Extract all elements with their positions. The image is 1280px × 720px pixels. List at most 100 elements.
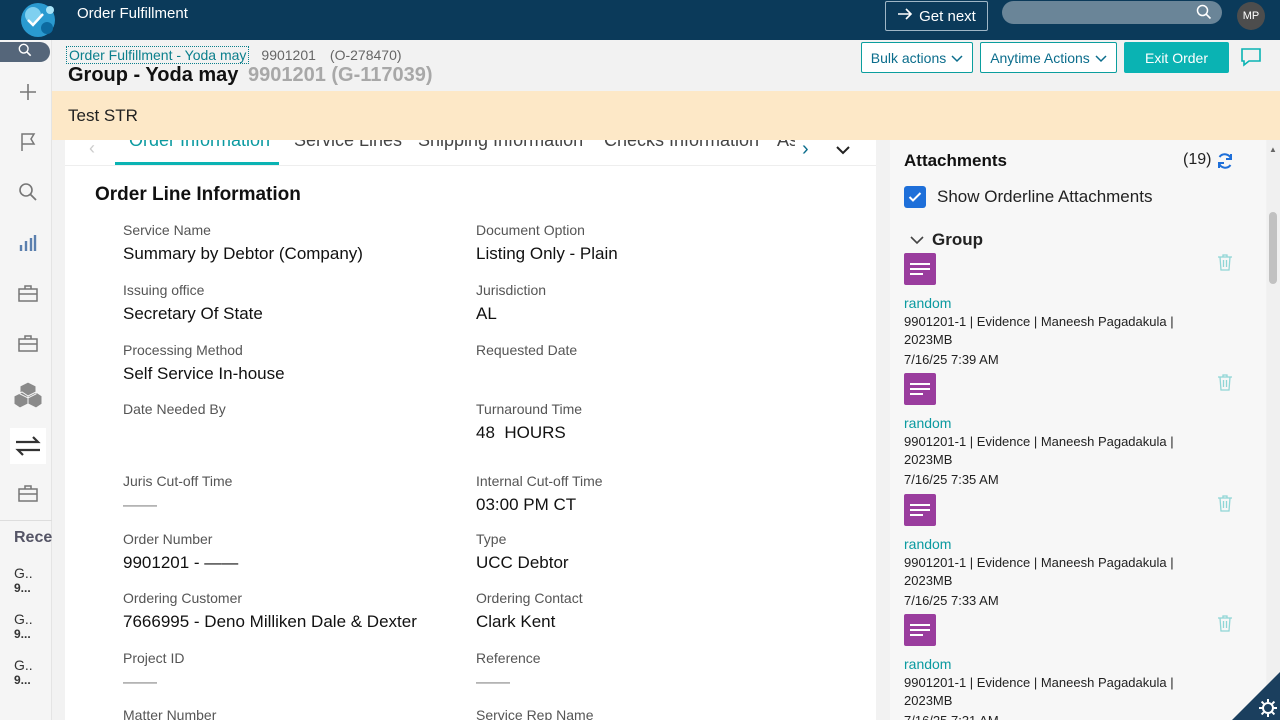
- scroll-thumb[interactable]: [1269, 212, 1277, 284]
- field-reference: Reference ——: [476, 650, 796, 692]
- panel-scrollbar[interactable]: ▲: [1267, 140, 1280, 720]
- tab-order-information[interactable]: Order Information: [129, 140, 270, 151]
- cubes-icon[interactable]: [12, 379, 44, 411]
- top-bar: Order Fulfillment Get next MP: [0, 0, 1280, 40]
- breadcrumb-link[interactable]: Order Fulfillment - Yoda may: [66, 46, 250, 64]
- rail-search-button[interactable]: [0, 42, 50, 62]
- field-label: Requested Date: [476, 342, 578, 358]
- field-value: AL: [476, 304, 497, 323]
- bar-chart-icon[interactable]: [12, 227, 44, 259]
- field-value: 48 HOURS: [476, 423, 566, 442]
- group-toggle[interactable]: Group: [910, 230, 983, 250]
- tab-prev-icon[interactable]: ‹: [89, 140, 95, 159]
- recent-item[interactable]: G.. 9...: [0, 611, 52, 641]
- user-avatar[interactable]: MP: [1237, 2, 1265, 30]
- tab-bar: ‹ Order Information Service Lines Shippi…: [65, 140, 876, 166]
- attachment-item: random 9901201-1 | Evidence | Maneesh Pa…: [904, 373, 1244, 489]
- attachment-name-link[interactable]: random: [904, 415, 1244, 431]
- left-nav-rail: Rece G.. 9... G.. 9... G.. 9...: [0, 40, 52, 720]
- document-icon[interactable]: [904, 614, 936, 646]
- attachment-name-link[interactable]: random: [904, 536, 1244, 552]
- field-value: Clark Kent: [476, 612, 556, 631]
- plus-icon[interactable]: [12, 76, 44, 108]
- get-next-button[interactable]: Get next: [885, 1, 988, 31]
- search-icon[interactable]: [1196, 4, 1212, 25]
- sync-icon[interactable]: [10, 428, 46, 464]
- document-icon[interactable]: [904, 373, 936, 405]
- recent-item-sub: 9...: [14, 581, 31, 595]
- field-internal-cutoff-time: Internal Cut-off Time 03:00 PM CT: [476, 473, 796, 515]
- field-value: ——: [123, 672, 157, 691]
- exit-order-button[interactable]: Exit Order: [1124, 42, 1229, 73]
- refresh-icon[interactable]: [1216, 152, 1234, 175]
- field-service-rep-name: Service Rep Name: [476, 707, 796, 720]
- tab-next-icon[interactable]: ›: [802, 140, 809, 161]
- briefcase-icon[interactable]: [12, 327, 44, 359]
- search-icon: [18, 43, 32, 62]
- tab-overflow[interactable]: As: [777, 140, 795, 151]
- recent-item[interactable]: G.. 9...: [0, 565, 52, 595]
- field-label: Project ID: [123, 650, 185, 666]
- field-date-needed-by: Date Needed By: [123, 401, 443, 423]
- briefcase-icon[interactable]: [12, 477, 44, 509]
- checkbox-label: Show Orderline Attachments: [937, 187, 1153, 206]
- briefcase-icon[interactable]: [12, 277, 44, 309]
- recent-item-title: G..: [14, 611, 33, 627]
- page-title: Group - Yoda may 9901201 (G-117039): [68, 64, 433, 87]
- group-title-main: Group - Yoda may: [68, 64, 239, 86]
- gear-icon[interactable]: [1232, 672, 1280, 720]
- recent-item-title: G..: [14, 565, 33, 581]
- arrow-right-icon: [897, 7, 913, 25]
- show-orderline-attachments-checkbox[interactable]: Show Orderline Attachments: [904, 186, 1152, 208]
- attachment-date: 7/16/25 7:33 AM: [904, 593, 999, 608]
- field-document-option: Document Option Listing Only - Plain: [476, 222, 796, 264]
- field-turnaround-time: Turnaround Time 48 HOURS: [476, 401, 796, 443]
- field-type: Type UCC Debtor: [476, 531, 796, 573]
- app-logo-icon[interactable]: [14, 0, 62, 40]
- alert-banner: Test STR: [52, 91, 1280, 140]
- field-value: Self Service In-house: [123, 364, 285, 383]
- scroll-up-icon[interactable]: ▲: [1269, 145, 1277, 154]
- anytime-actions-label: Anytime Actions: [990, 49, 1090, 66]
- field-service-name: Service Name Summary by Debtor (Company): [123, 222, 443, 264]
- field-label: Ordering Customer: [123, 590, 243, 606]
- attachment-item: random 9901201-1 | Evidence | Maneesh Pa…: [904, 614, 1244, 720]
- banner-text: Test STR: [68, 106, 138, 125]
- bulk-actions-button[interactable]: Bulk actions: [861, 42, 973, 73]
- field-value: Listing Only - Plain: [476, 244, 618, 263]
- trash-icon[interactable]: [1217, 614, 1233, 637]
- tab-checks-information[interactable]: Checks Information: [604, 140, 759, 151]
- trash-icon[interactable]: [1217, 373, 1233, 396]
- tab-service-lines[interactable]: Service Lines: [294, 140, 402, 151]
- field-ordering-customer: Ordering Customer 7666995 - Deno Milliken…: [123, 590, 443, 632]
- field-value: ——: [123, 495, 157, 514]
- attachment-name-link[interactable]: random: [904, 656, 1244, 672]
- field-label: Type: [476, 531, 507, 547]
- field-label: Internal Cut-off Time: [476, 473, 603, 489]
- recent-item[interactable]: G.. 9...: [0, 657, 52, 687]
- tab-shipping-information[interactable]: Shipping Information: [418, 140, 583, 151]
- checkbox-icon[interactable]: [904, 186, 926, 208]
- field-ordering-contact: Ordering Contact Clark Kent: [476, 590, 796, 632]
- document-icon[interactable]: [904, 494, 936, 526]
- attachment-item: random 9901201-1 | Evidence | Maneesh Pa…: [904, 253, 1244, 369]
- attachment-name-link[interactable]: random: [904, 295, 1244, 311]
- flag-icon[interactable]: [12, 126, 44, 158]
- trash-icon[interactable]: [1217, 253, 1233, 276]
- attachments-title: Attachments: [904, 151, 1007, 170]
- recent-item-sub: 9...: [14, 627, 31, 641]
- trash-icon[interactable]: [1217, 494, 1233, 517]
- chevron-down-icon[interactable]: [835, 142, 851, 160]
- bulk-actions-label: Bulk actions: [870, 49, 947, 66]
- field-label: Juris Cut-off Time: [123, 473, 233, 489]
- field-label: Service Name: [123, 222, 211, 238]
- field-value: UCC Debtor: [476, 553, 569, 572]
- field-matter-number: Matter Number: [123, 707, 443, 720]
- search-icon[interactable]: [12, 176, 44, 208]
- document-icon[interactable]: [904, 253, 936, 285]
- breadcrumb-order-id: (O-278470): [329, 47, 402, 63]
- breadcrumb-number: 9901201: [261, 47, 316, 63]
- chat-icon[interactable]: [1240, 47, 1262, 72]
- global-search-input[interactable]: [1002, 1, 1222, 24]
- anytime-actions-button[interactable]: Anytime Actions: [980, 42, 1117, 73]
